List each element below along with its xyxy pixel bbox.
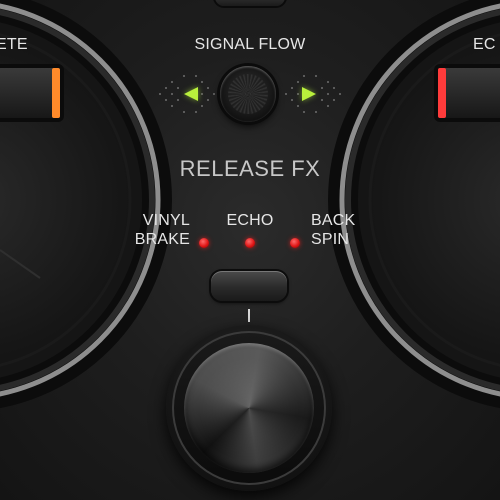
left-jog-wheel[interactable] <box>0 0 172 412</box>
right-jog-wheel[interactable] <box>328 0 500 412</box>
echo-led-icon <box>245 238 255 248</box>
fx-option-label-line1: BACK <box>311 212 356 229</box>
knob-cap <box>184 343 314 473</box>
fx-option-label-line2: BRAKE <box>134 231 190 248</box>
back-spin-led-icon <box>290 238 300 248</box>
top-center-button[interactable] <box>215 0 285 6</box>
fx-option-vinyl-brake: VINYL BRAKE <box>130 211 190 249</box>
fx-option-label-line1: ECHO <box>226 212 274 229</box>
knob-position-marker <box>248 309 250 322</box>
release-fx-button[interactable] <box>211 271 287 301</box>
fx-option-echo: ECHO <box>215 211 285 230</box>
arrow-left-icon <box>184 87 198 101</box>
signal-flow-label: SIGNAL FLOW <box>194 36 306 53</box>
fx-option-label-line1: VINYL <box>142 212 190 229</box>
left-deck-pad[interactable] <box>0 64 64 122</box>
right-deck-pad[interactable] <box>434 64 500 122</box>
release-fx-selector-knob[interactable] <box>166 325 332 491</box>
fx-option-label-line2: SPIN <box>311 231 350 248</box>
dj-controller-panel: ETE EC SIGNAL FLOW RELEASE FX VINYL BRAK… <box>0 0 500 500</box>
fx-option-back-spin: BACK SPIN <box>311 211 371 249</box>
signal-flow-knob[interactable] <box>220 66 276 122</box>
release-fx-title: RELEASE FX <box>179 156 321 181</box>
arrow-right-icon <box>302 87 316 101</box>
vinyl-brake-led-icon <box>199 238 209 248</box>
